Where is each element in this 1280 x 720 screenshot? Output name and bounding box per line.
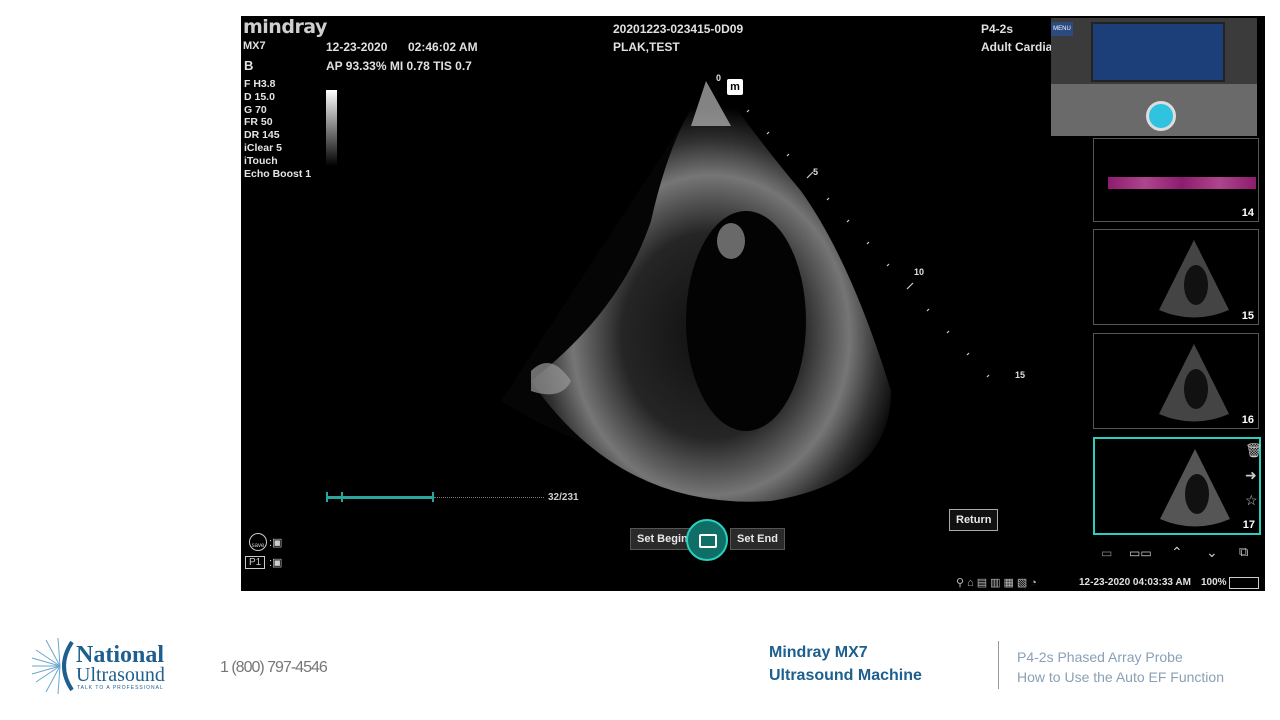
exam-date: 12-23-2020 bbox=[326, 40, 388, 54]
patient-id: 20201223-023415-0D09 bbox=[613, 22, 744, 36]
param-iclear: iClear 5 bbox=[244, 141, 282, 154]
topic-probe: P4-2s Phased Array Probe bbox=[1017, 649, 1183, 665]
thumbnail-number: 15 bbox=[1241, 310, 1254, 322]
depth-mark-0: 0 bbox=[716, 73, 722, 83]
thumbnail-16[interactable]: 16 bbox=[1093, 333, 1259, 429]
depth-mark-10: 10 bbox=[914, 267, 925, 277]
ultrasound-screen: mindray MX7 12-23-2020 02:46:02 AM B AP … bbox=[241, 16, 1265, 591]
cine-position-handle[interactable] bbox=[341, 492, 343, 502]
cine-begin-handle[interactable] bbox=[326, 492, 328, 502]
battery-level: 100% bbox=[1201, 577, 1227, 588]
menu-button: MENU bbox=[1051, 22, 1073, 36]
thumbnail-tools: 🗑 ➜ ☆ bbox=[1245, 442, 1263, 517]
logo-national: National bbox=[76, 642, 165, 668]
depth-mark-5: 5 bbox=[813, 167, 819, 177]
p1-key[interactable]: P1 bbox=[245, 556, 266, 569]
product-type: Ultrasound Machine bbox=[769, 667, 922, 684]
mode-label: B bbox=[244, 58, 254, 73]
control-panel-inset: MENU bbox=[1051, 18, 1257, 136]
logo-tagline: TALK TO A PROFESSIONAL bbox=[77, 685, 164, 691]
patient-name: PLAK,TEST bbox=[613, 40, 680, 54]
exam-type: Adult Cardia bbox=[981, 40, 1053, 54]
panel-touchscreen bbox=[1091, 22, 1225, 82]
thumbnail-number: 17 bbox=[1242, 519, 1255, 531]
single-view-icon[interactable]: ▭ bbox=[1101, 546, 1112, 560]
thumbnail-17-selected[interactable]: 17 bbox=[1093, 437, 1261, 535]
trash-icon[interactable]: 🗑 bbox=[1245, 442, 1263, 459]
return-button[interactable]: Return bbox=[949, 509, 999, 531]
review-icon[interactable]: ⧉ bbox=[1239, 544, 1248, 560]
page-up-icon[interactable]: ⌃ bbox=[1171, 544, 1183, 561]
topic-title: How to Use the Auto EF Function bbox=[1017, 669, 1224, 685]
product-name: Mindray MX7 bbox=[769, 644, 868, 661]
echo-thumbnail-image bbox=[1159, 240, 1229, 318]
phone-number: 1 (800) 797-4546 bbox=[220, 659, 328, 676]
star-icon[interactable]: ☆ bbox=[1245, 492, 1263, 509]
brand-logo: mindray bbox=[243, 16, 327, 38]
p1-shortcut-icon: :▣ bbox=[269, 557, 283, 569]
frame-icon bbox=[699, 534, 717, 548]
thumbnail-number: 14 bbox=[1241, 207, 1254, 219]
thumbnail-15[interactable]: 15 bbox=[1093, 229, 1259, 325]
param-depth: D 15.0 bbox=[244, 90, 275, 103]
cine-play-control[interactable] bbox=[686, 519, 728, 561]
echo-thumbnail-image bbox=[1160, 449, 1230, 527]
depth-ruler bbox=[746, 109, 990, 378]
thumbnail-14[interactable]: 14 bbox=[1093, 138, 1259, 222]
footer-divider bbox=[998, 641, 999, 689]
ap-mi-tis: AP 93.33% MI 0.78 TIS 0.7 bbox=[326, 59, 472, 73]
param-gain: G 70 bbox=[244, 103, 267, 116]
save-icon[interactable]: save bbox=[249, 533, 267, 551]
echo-thumbnail-image bbox=[1159, 344, 1229, 422]
cine-remaining-track bbox=[434, 497, 544, 498]
logo-burst-icon bbox=[31, 638, 74, 694]
dual-view-icon[interactable]: ▭▭ bbox=[1129, 546, 1152, 560]
param-itouch: iTouch bbox=[244, 154, 278, 167]
depth-mark-15: 15 bbox=[1015, 370, 1026, 380]
save-icon-label: save bbox=[251, 543, 265, 549]
battery-icon bbox=[1229, 577, 1259, 589]
param-echo-boost: Echo Boost 1 bbox=[244, 167, 312, 180]
send-icon[interactable]: ➜ bbox=[1245, 467, 1263, 484]
doppler-trace bbox=[1108, 177, 1256, 189]
trackball-icon bbox=[1146, 101, 1176, 131]
model-label: MX7 bbox=[243, 40, 266, 52]
set-end-button[interactable]: Set End bbox=[730, 528, 785, 550]
param-frame-rate: FR 50 bbox=[244, 116, 273, 129]
logo-ultrasound: Ultrasound bbox=[76, 664, 165, 686]
save-shortcut-icon: :▣ bbox=[269, 537, 283, 549]
imaging-params: F H3.8 D 15.0 G 70 FR 50 DR 145 iClear 5… bbox=[244, 78, 311, 180]
grayscale-bar bbox=[326, 90, 337, 166]
param-frequency: F H3.8 bbox=[244, 78, 276, 90]
thumbnail-number: 16 bbox=[1241, 414, 1254, 426]
page-down-icon[interactable]: ⌄ bbox=[1206, 544, 1218, 561]
system-datetime: 12-23-2020 04:03:33 AM bbox=[1079, 577, 1191, 588]
status-icons: ⚲⌂▤▥▦▧◔ bbox=[956, 577, 1040, 589]
frame-counter: 32/231 bbox=[548, 492, 579, 503]
exam-time: 02:46:02 AM bbox=[408, 40, 478, 54]
probe-name: P4-2s bbox=[981, 22, 1014, 36]
param-dynamic-range: DR 145 bbox=[244, 129, 280, 142]
